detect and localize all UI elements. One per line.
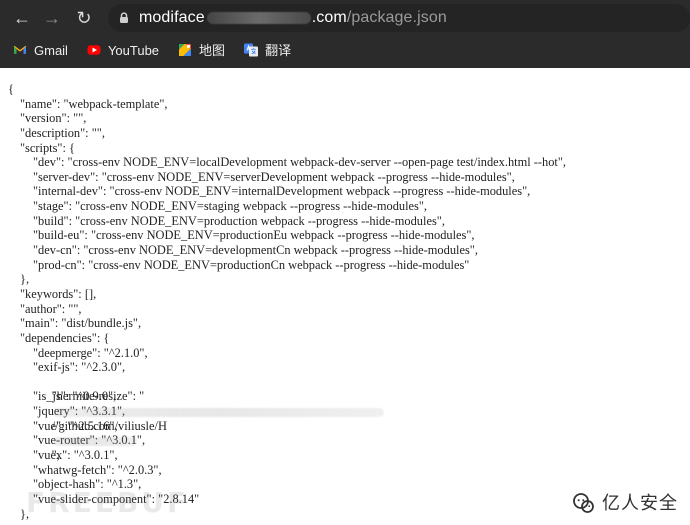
arrow-left-icon: ← [13, 8, 31, 28]
json-line: "whatwg-fetch": "^2.0.3", [33, 462, 162, 477]
package-json-view: { "name": "webpack-template", "version":… [8, 82, 683, 521]
gmail-icon [12, 42, 28, 58]
bookmark-label-gmail: Gmail [34, 42, 68, 58]
bookmarks-bar: Gmail YouTube 地图 翻译 [12, 40, 291, 60]
json-line: "server-dev": "cross-env NODE_ENV=server… [33, 169, 515, 184]
json-line: "object-hash": "^1.3", [33, 477, 142, 492]
url-path: /package.json [346, 9, 447, 26]
json-line: "vue-slider-component": "2.8.14" [33, 491, 200, 506]
json-line: "deepmerge": "^2.1.0", [33, 345, 148, 360]
youtube-icon [86, 42, 102, 58]
json-document: { "name": "webpack-template", "version":… [0, 68, 690, 525]
reload-button[interactable]: ↻ [74, 8, 94, 28]
json-line: "author": "", [20, 301, 82, 316]
json-line: "keywords": [], [20, 286, 97, 301]
json-line: "dependencies": { [20, 330, 110, 345]
bookmark-label-youtube: YouTube [107, 42, 160, 58]
browser-chrome: ← → ↻ modiface .com /package.json Gmail … [0, 0, 690, 68]
json-line: "name": "webpack-template", [20, 96, 168, 111]
arrow-right-icon: → [43, 8, 61, 28]
json-line: }, [20, 506, 30, 521]
json-line: "hermite-resize": " //github.com/viliusl… [8, 375, 683, 462]
redacted-url-segment [206, 12, 311, 24]
bookmark-youtube[interactable]: YouTube [86, 42, 159, 58]
redacted-repo-url [52, 437, 137, 447]
json-line: "vue": "^2.5.16", [33, 418, 118, 433]
bookmark-label-translate: 翻译 [265, 42, 292, 58]
json-line: "exif-js": "^2.3.0", [33, 360, 126, 375]
url-suffix: .com [311, 9, 347, 26]
forward-button[interactable]: → [42, 8, 62, 28]
back-button[interactable]: ← [12, 8, 32, 28]
json-line: "stage": "cross-env NODE_ENV=staging web… [33, 199, 428, 214]
json-line: "build": "cross-env NODE_ENV=production … [33, 213, 445, 228]
bookmark-maps[interactable]: 地图 [177, 42, 225, 58]
bookmark-label-maps: 地图 [199, 42, 226, 58]
lock-icon [120, 12, 128, 23]
json-line: "main": "dist/bundle.js", [20, 316, 142, 331]
json-line: "version": "", [20, 111, 87, 126]
maps-icon [177, 42, 193, 58]
bookmark-translate[interactable]: 翻译 [243, 42, 291, 58]
address-text: modiface .com /package.json [139, 8, 447, 28]
json-line: "is_js": "^0.9.0", [33, 389, 117, 404]
json-line: "dev-cn": "cross-env NODE_ENV=developmen… [33, 243, 478, 258]
redacted-repo-url [52, 407, 384, 417]
json-line: { [8, 82, 14, 96]
bookmark-gmail[interactable]: Gmail [12, 42, 68, 58]
json-line: "build-eu": "cross-env NODE_ENV=producti… [33, 228, 475, 243]
json-line: "internal-dev": "cross-env NODE_ENV=inte… [33, 184, 531, 199]
url-prefix: modiface [139, 9, 205, 26]
json-line: "vuex": "^3.0.1", [33, 448, 118, 463]
json-line: "scripts": { [20, 140, 75, 155]
json-line: }, [20, 272, 30, 287]
address-bar[interactable]: modiface .com /package.json [108, 4, 690, 32]
reload-icon: ↻ [76, 8, 92, 28]
json-line: "dev": "cross-env NODE_ENV=localDevelopm… [33, 155, 566, 170]
json-line: "prod-cn": "cross-env NODE_ENV=productio… [33, 257, 470, 272]
json-line: "description": "", [20, 125, 105, 140]
translate-icon [243, 42, 259, 58]
